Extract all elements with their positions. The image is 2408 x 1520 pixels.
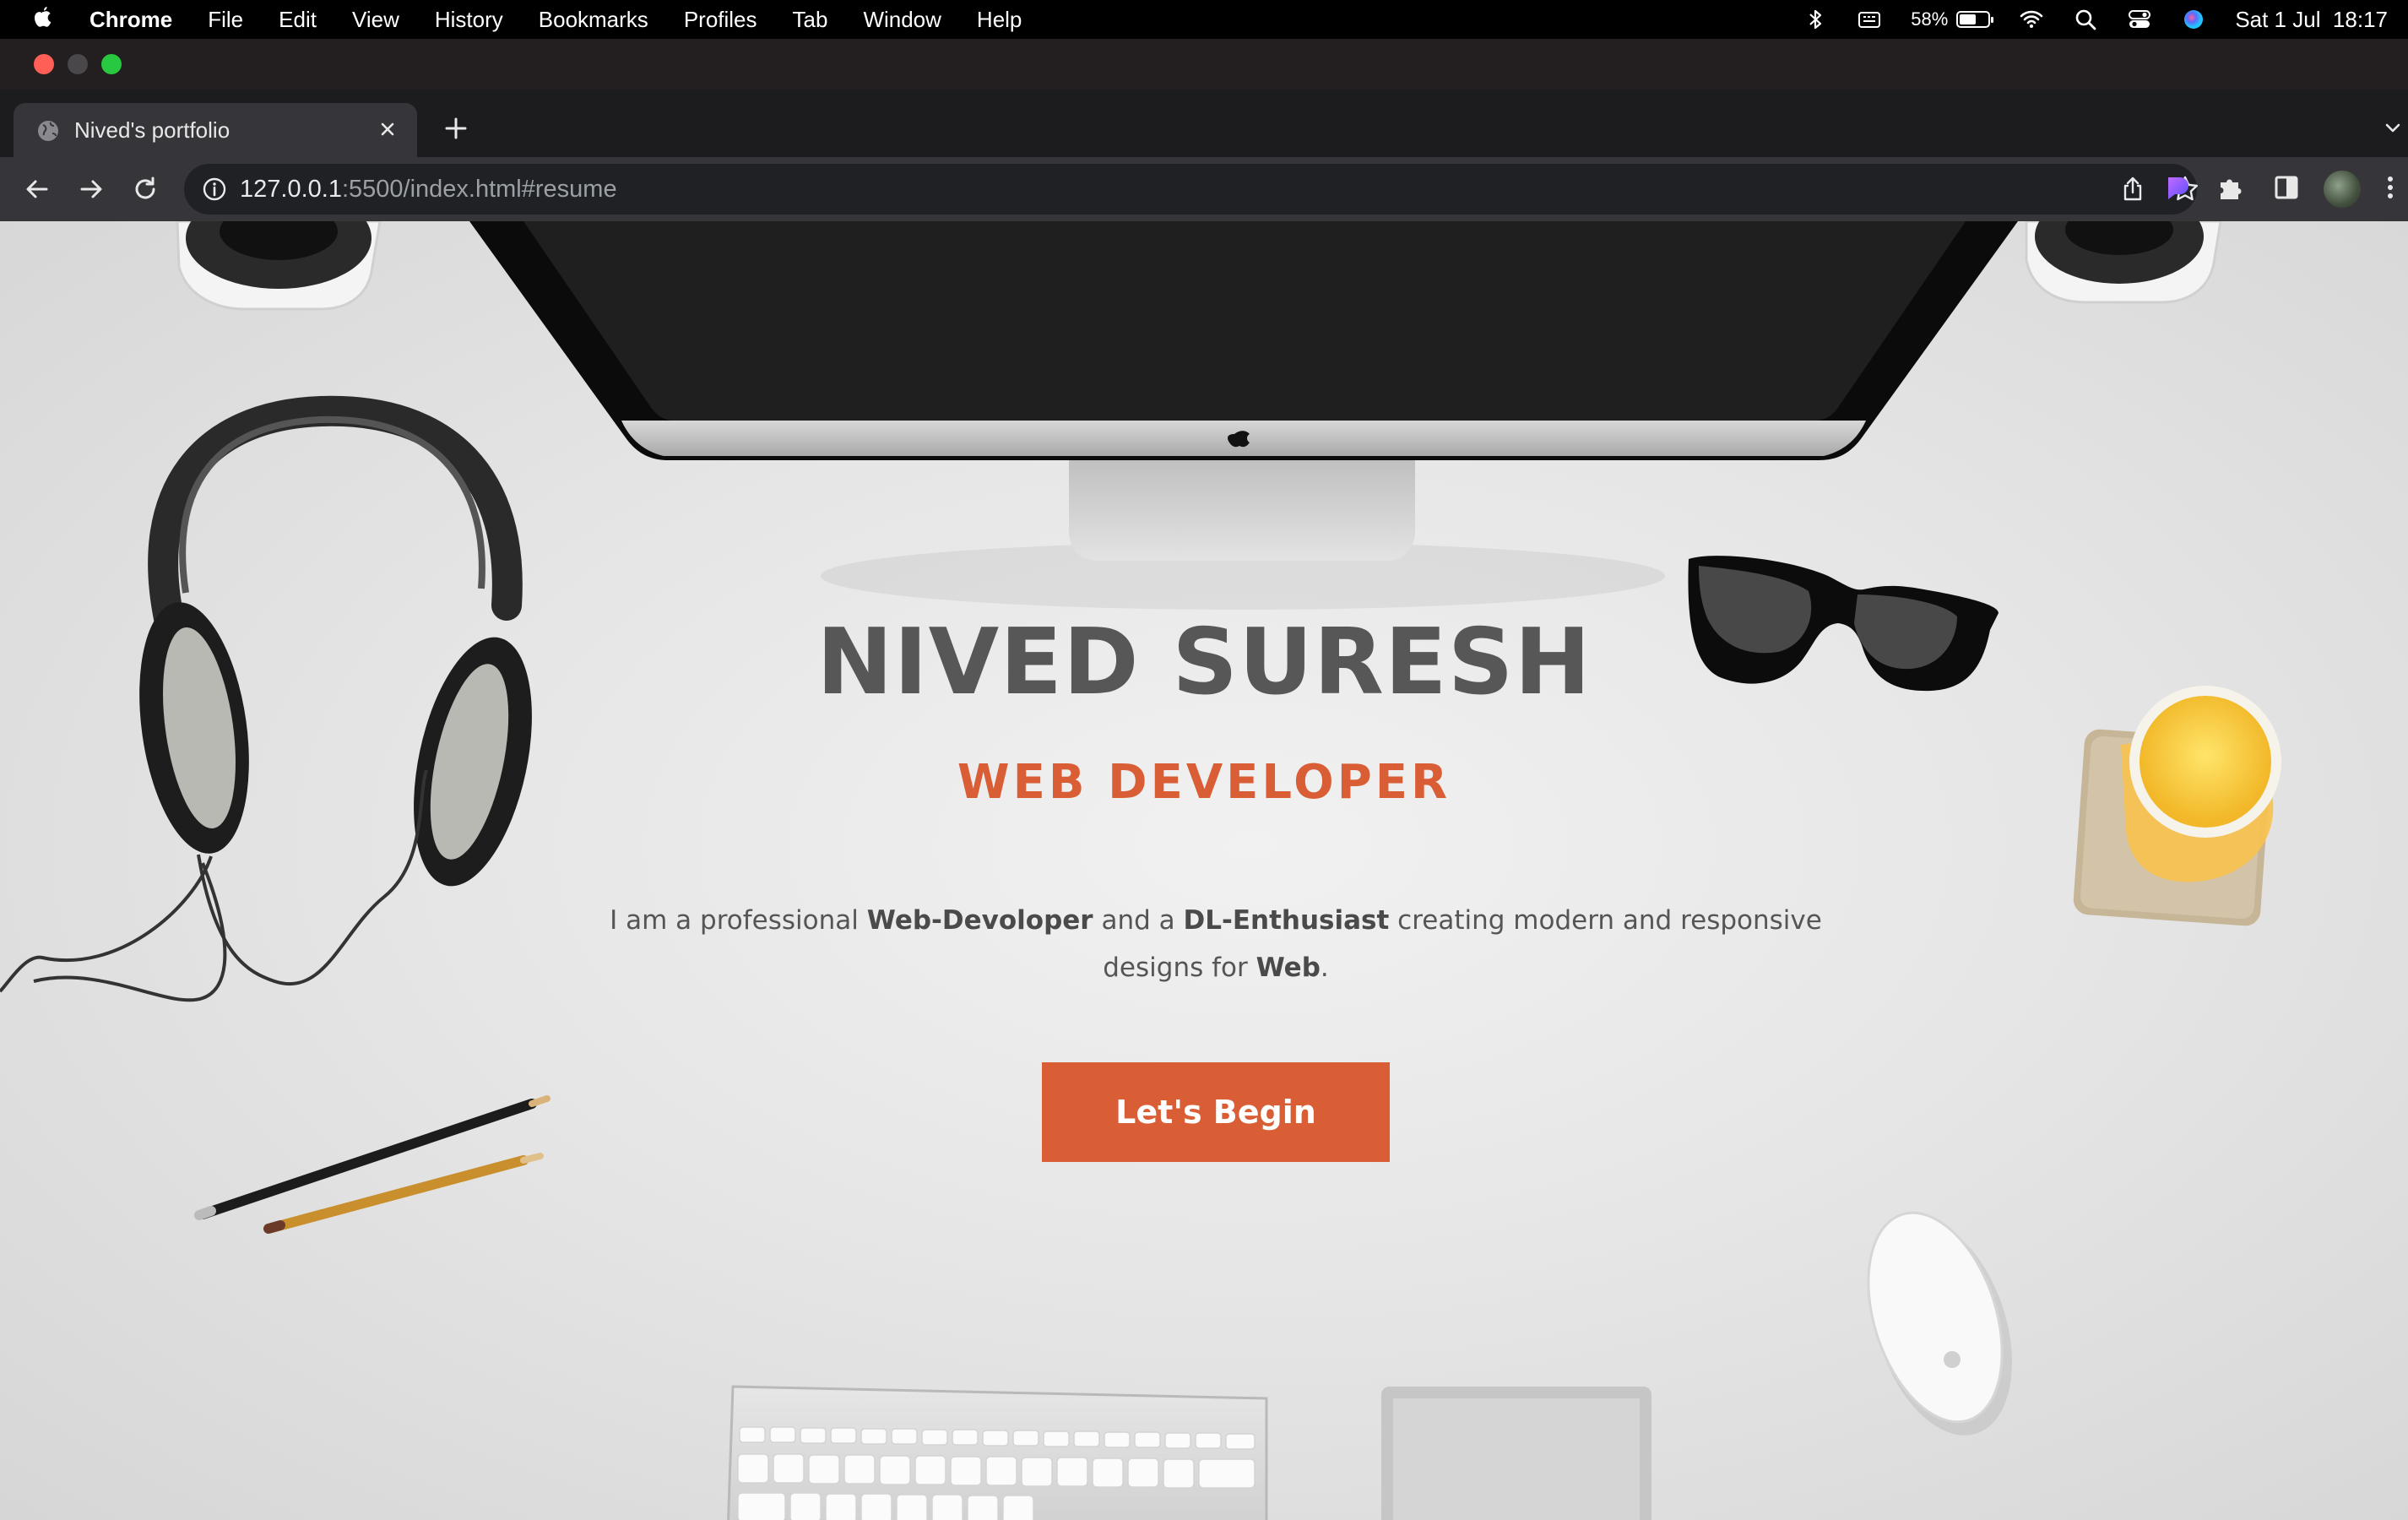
menu-history[interactable]: History <box>435 7 503 33</box>
window-minimize-button[interactable] <box>68 54 88 74</box>
share-icon[interactable] <box>2118 174 2148 204</box>
apple-logo-icon[interactable] <box>30 5 54 32</box>
menu-profiles[interactable]: Profiles <box>684 7 757 33</box>
keyboard <box>727 1385 1268 1520</box>
url-text[interactable]: 127.0.0.1:5500/index.html#resume <box>240 176 617 204</box>
close-icon[interactable] <box>373 115 402 144</box>
desc-text-4: . <box>1320 953 1329 983</box>
menubar-clock[interactable]: Sat 1 Jul 18:17 <box>2235 7 2388 33</box>
macos-menu-bar: Chrome File Edit View History Bookmarks … <box>0 0 2408 39</box>
lets-begin-button[interactable]: Let's Begin <box>1042 1062 1390 1162</box>
globe-icon <box>38 121 58 141</box>
menu-view[interactable]: View <box>352 7 399 33</box>
desc-text-1: I am a professional <box>610 905 867 936</box>
magic-mouse <box>1867 1211 2012 1436</box>
bluetooth-icon[interactable] <box>1803 7 1828 32</box>
pencils <box>194 1095 550 1234</box>
spotlight-search-icon[interactable] <box>2073 7 2098 32</box>
window-close-button[interactable] <box>34 54 54 74</box>
left-speaker <box>176 221 382 311</box>
siri-icon[interactable] <box>2181 7 2206 32</box>
menu-window[interactable]: Window <box>863 7 941 33</box>
forward-arrow-icon[interactable] <box>74 172 108 206</box>
kebab-menu-icon[interactable] <box>2378 171 2403 204</box>
window-zoom-button[interactable] <box>101 54 122 74</box>
menu-help[interactable]: Help <box>977 7 1022 33</box>
hero-description: I am a professional Web-Devoloper and a … <box>557 897 1874 991</box>
plus-icon[interactable] <box>439 111 473 145</box>
address-bar[interactable]: 127.0.0.1:5500/index.html#resume <box>184 164 2198 214</box>
profile-avatar[interactable] <box>2324 171 2361 208</box>
desc-bold-dl-enthusiast: DL-Enthusiast <box>1183 905 1390 936</box>
hero-name: NIVED SURESH <box>816 610 1592 715</box>
battery-level-fill <box>1960 14 1977 24</box>
battery-icon <box>1956 11 1994 28</box>
reload-icon[interactable] <box>128 172 162 206</box>
desc-text-2: and a <box>1093 905 1184 936</box>
battery-status[interactable]: 58% <box>1911 8 1994 30</box>
url-host: 127.0.0.1 <box>240 176 342 203</box>
hero-role: WEB DEVELOPER <box>957 755 1451 810</box>
battery-percent: 58% <box>1911 8 1949 30</box>
window-title-bar <box>0 39 2408 90</box>
desc-bold-web: Web <box>1256 953 1321 983</box>
url-path: :5500/index.html#resume <box>341 176 617 203</box>
side-panel-icon[interactable] <box>2270 171 2303 204</box>
desk-background-illustration <box>0 221 2281 1520</box>
desc-bold-web-devoloper: Web-Devoloper <box>866 905 1093 936</box>
menu-file[interactable]: File <box>208 7 243 33</box>
trackpad <box>1381 1387 1651 1520</box>
back-arrow-icon[interactable] <box>20 172 54 206</box>
keyboard-input-icon[interactable] <box>1857 7 1882 32</box>
menu-tab[interactable]: Tab <box>793 7 828 33</box>
browser-tab-active[interactable]: Nived's portfolio <box>14 103 417 157</box>
menu-edit[interactable]: Edit <box>279 7 317 33</box>
tab-title: Nived's portfolio <box>74 117 230 143</box>
menu-bookmarks[interactable]: Bookmarks <box>539 7 648 33</box>
info-icon[interactable] <box>201 176 228 203</box>
control-center-icon[interactable] <box>2127 7 2152 32</box>
menu-app-name[interactable]: Chrome <box>89 7 172 33</box>
monitor <box>469 221 2018 610</box>
puzzle-icon[interactable] <box>2214 171 2248 204</box>
chevron-down-icon[interactable] <box>2381 117 2405 140</box>
wifi-icon[interactable] <box>2019 7 2044 32</box>
right-speaker <box>2025 221 2222 304</box>
page-viewport: NIVED SURESH WEB DEVELOPER I am a profes… <box>0 221 2408 1520</box>
extension-icon[interactable] <box>2160 171 2194 204</box>
